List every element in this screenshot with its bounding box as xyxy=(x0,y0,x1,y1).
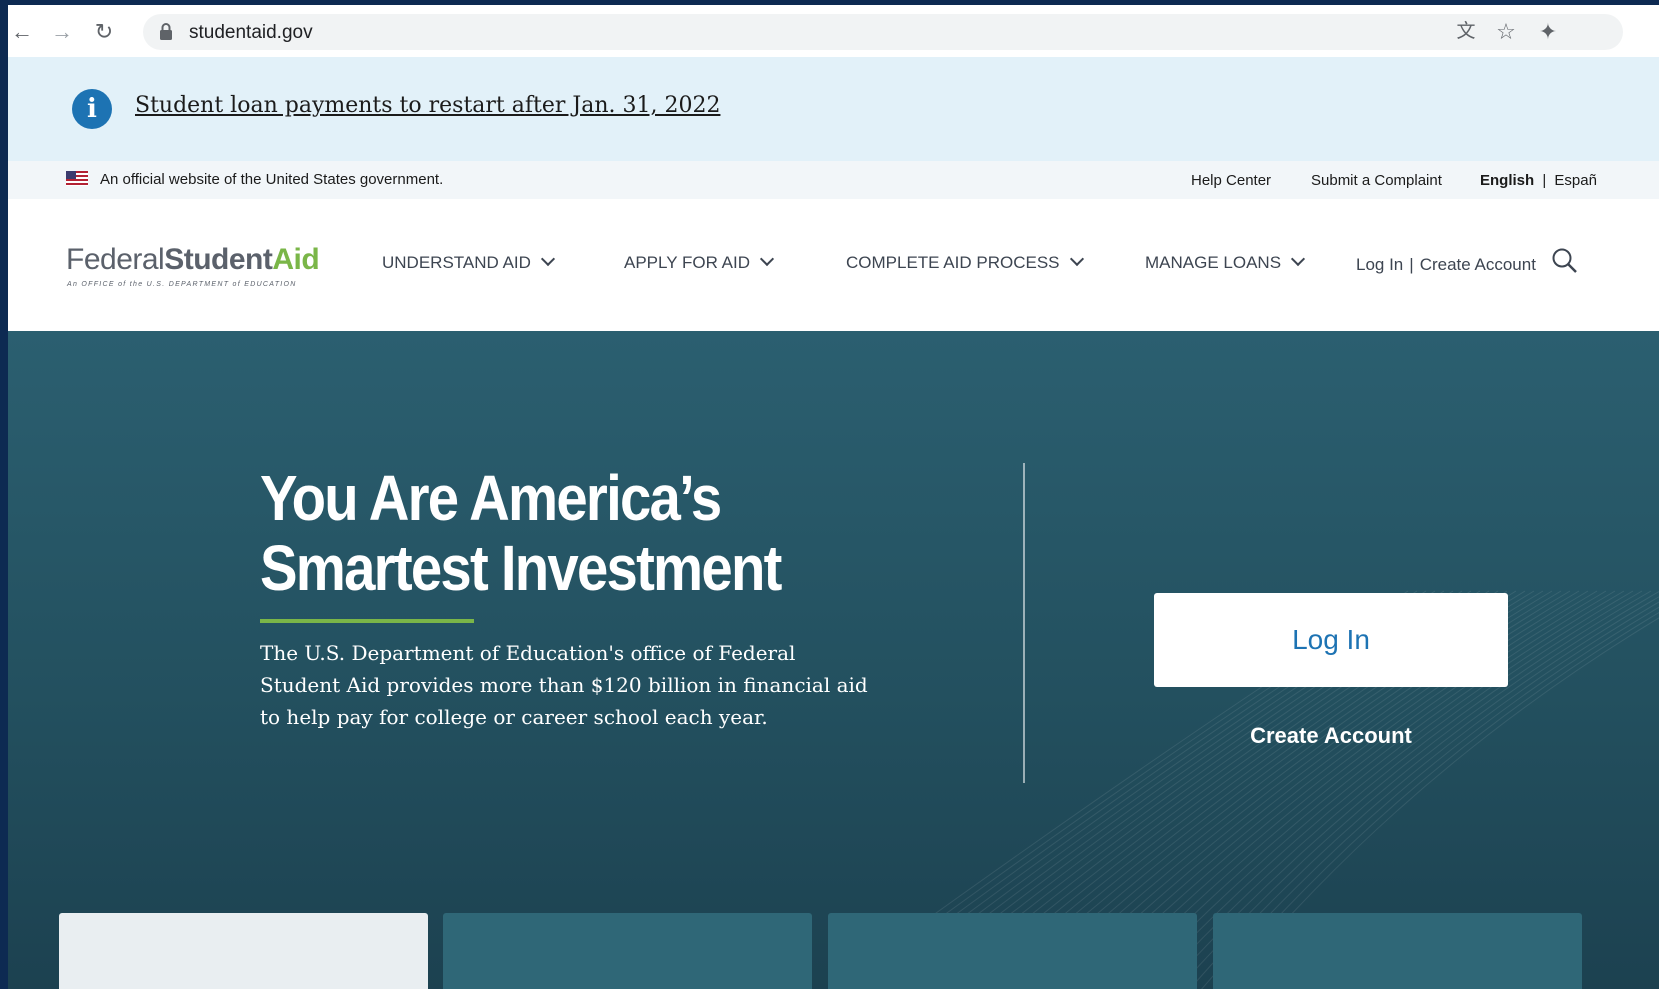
browser-window: ← → ↻ studentaid.gov 文 ☆ ✦ i Student loa… xyxy=(8,5,1659,989)
hero-headline-line1: You Are America’s xyxy=(260,462,722,534)
feature-card[interactable] xyxy=(59,913,428,989)
nav-apply-for-aid[interactable]: APPLY FOR AID xyxy=(624,251,775,273)
us-flag-icon xyxy=(66,171,88,186)
extensions-puzzle-icon[interactable]: ✦ xyxy=(1534,18,1562,46)
chevron-down-icon xyxy=(540,251,556,267)
browser-toolbar: ← → ↻ studentaid.gov 文 ☆ ✦ xyxy=(8,5,1659,57)
nav-understand-aid-label: UNDERSTAND AID xyxy=(382,253,531,272)
logo-subtitle: An OFFICE of the U.S. DEPARTMENT of EDUC… xyxy=(67,281,297,288)
account-links: Log In | Create Account xyxy=(1356,255,1536,275)
back-arrow-icon[interactable]: ← xyxy=(8,18,36,46)
help-center-link[interactable]: Help Center xyxy=(1191,172,1271,189)
official-site-text: An official website of the United States… xyxy=(100,171,444,188)
info-icon: i xyxy=(72,89,112,129)
account-separator: | xyxy=(1409,255,1414,274)
green-accent-rule xyxy=(260,619,474,623)
chevron-down-icon xyxy=(1069,251,1084,267)
nav-create-account-link[interactable]: Create Account xyxy=(1420,255,1536,274)
hero-divider xyxy=(1023,463,1025,783)
hero-log-in-button[interactable]: Log In xyxy=(1154,593,1508,687)
lang-english-link[interactable]: English xyxy=(1480,172,1534,189)
search-icon[interactable] xyxy=(1551,247,1577,273)
hero-section: You Are America’s Smartest Investment Th… xyxy=(8,331,1659,989)
forward-arrow-icon[interactable]: → xyxy=(48,18,76,46)
hero-description: The U.S. Department of Education's offic… xyxy=(260,641,868,729)
chevron-down-icon xyxy=(1290,251,1306,267)
lang-espanol-link[interactable]: Españ xyxy=(1554,172,1597,189)
logo-aid: Aid xyxy=(272,243,320,276)
main-navigation: FederalStudentAid An OFFICE of the U.S. … xyxy=(8,199,1659,331)
url-text: studentaid.gov xyxy=(189,22,313,43)
nav-understand-aid[interactable]: UNDERSTAND AID xyxy=(382,251,556,273)
feature-card[interactable] xyxy=(1213,913,1582,989)
address-bar[interactable]: studentaid.gov xyxy=(143,14,1623,50)
nav-log-in-link[interactable]: Log In xyxy=(1356,255,1403,274)
lang-separator: | xyxy=(1542,172,1547,189)
nav-manage-loans-label: MANAGE LOANS xyxy=(1145,253,1282,272)
nav-complete-aid-process-label: COMPLETE AID PROCESS xyxy=(846,253,1060,272)
lock-icon xyxy=(160,23,172,40)
nav-apply-for-aid-label: APPLY FOR AID xyxy=(624,253,750,272)
submit-complaint-link[interactable]: Submit a Complaint xyxy=(1311,172,1442,189)
gov-banner: An official website of the United States… xyxy=(8,161,1659,199)
logo-federal: Federal xyxy=(66,243,165,276)
nav-manage-loans[interactable]: MANAGE LOANS xyxy=(1145,251,1306,273)
language-switcher: English | Españ xyxy=(1480,172,1597,189)
feature-card[interactable] xyxy=(828,913,1197,989)
hero-headline-line2: Smartest Investment xyxy=(260,532,782,604)
reload-icon[interactable]: ↻ xyxy=(90,18,118,46)
chevron-down-icon xyxy=(759,251,775,267)
hero-create-account-link[interactable]: Create Account xyxy=(1154,723,1508,749)
hero-headline: You Are America’s Smartest Investment xyxy=(260,462,782,604)
alert-banner: i Student loan payments to restart after… xyxy=(8,57,1659,161)
logo-student: Student xyxy=(164,243,273,276)
star-bookmark-icon[interactable]: ☆ xyxy=(1492,18,1520,46)
alert-link[interactable]: Student loan payments to restart after J… xyxy=(135,93,720,118)
fsa-logo[interactable]: FederalStudentAid An OFFICE of the U.S. … xyxy=(66,243,320,288)
translate-icon[interactable]: 文 xyxy=(1452,18,1480,46)
feature-card[interactable] xyxy=(443,913,812,989)
nav-complete-aid-process[interactable]: COMPLETE AID PROCESS xyxy=(846,251,1084,273)
